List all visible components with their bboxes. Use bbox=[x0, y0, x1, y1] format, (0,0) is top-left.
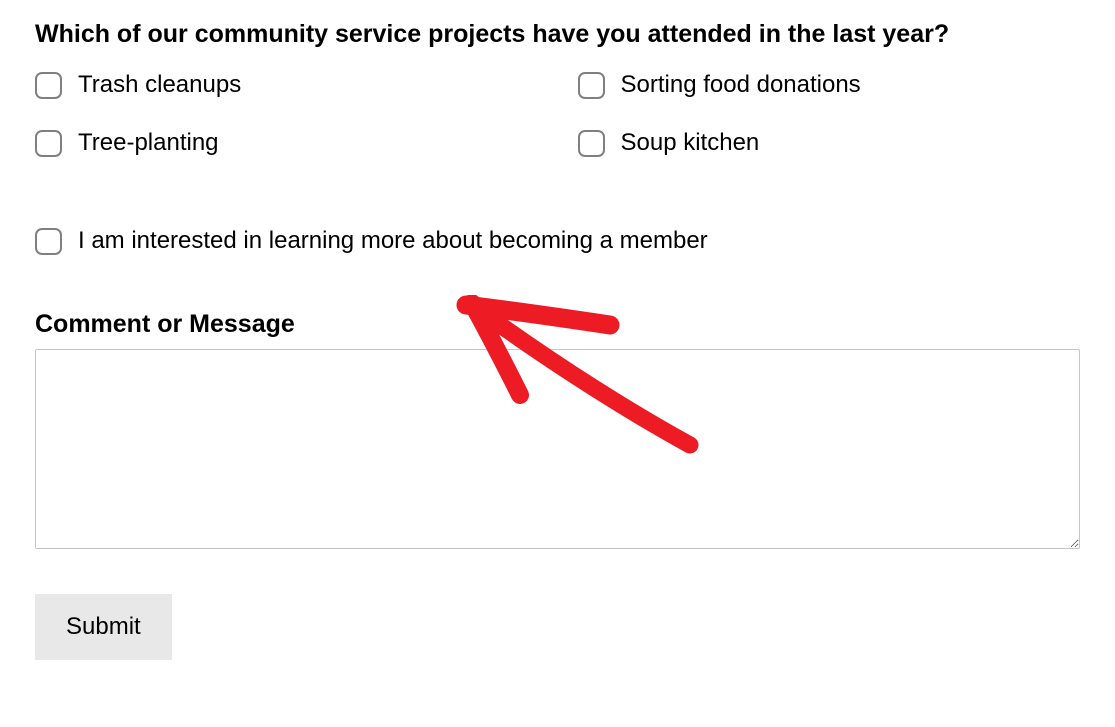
checkbox-soup-kitchen[interactable] bbox=[578, 130, 605, 157]
submit-button[interactable]: Submit bbox=[35, 594, 172, 660]
option-label[interactable]: Trash cleanups bbox=[78, 71, 241, 99]
option-label[interactable]: Tree-planting bbox=[78, 129, 219, 157]
option-item: Sorting food donations bbox=[568, 71, 1081, 99]
option-item: Trash cleanups bbox=[35, 71, 548, 99]
option-item: Tree-planting bbox=[35, 129, 548, 157]
checkbox-tree-planting[interactable] bbox=[35, 130, 62, 157]
checkbox-sorting-food[interactable] bbox=[578, 72, 605, 99]
checkbox-interest-member[interactable] bbox=[35, 228, 62, 255]
checkbox-trash-cleanups[interactable] bbox=[35, 72, 62, 99]
comment-label: Comment or Message bbox=[35, 310, 1080, 339]
interest-label[interactable]: I am interested in learning more about b… bbox=[78, 227, 708, 255]
option-item: Soup kitchen bbox=[568, 129, 1081, 157]
question-heading: Which of our community service projects … bbox=[35, 20, 1080, 49]
interest-row: I am interested in learning more about b… bbox=[35, 227, 1080, 255]
option-label[interactable]: Sorting food donations bbox=[621, 71, 861, 99]
option-label[interactable]: Soup kitchen bbox=[621, 129, 760, 157]
options-grid: Trash cleanups Sorting food donations Tr… bbox=[35, 71, 1080, 157]
comment-textarea[interactable] bbox=[35, 349, 1080, 549]
